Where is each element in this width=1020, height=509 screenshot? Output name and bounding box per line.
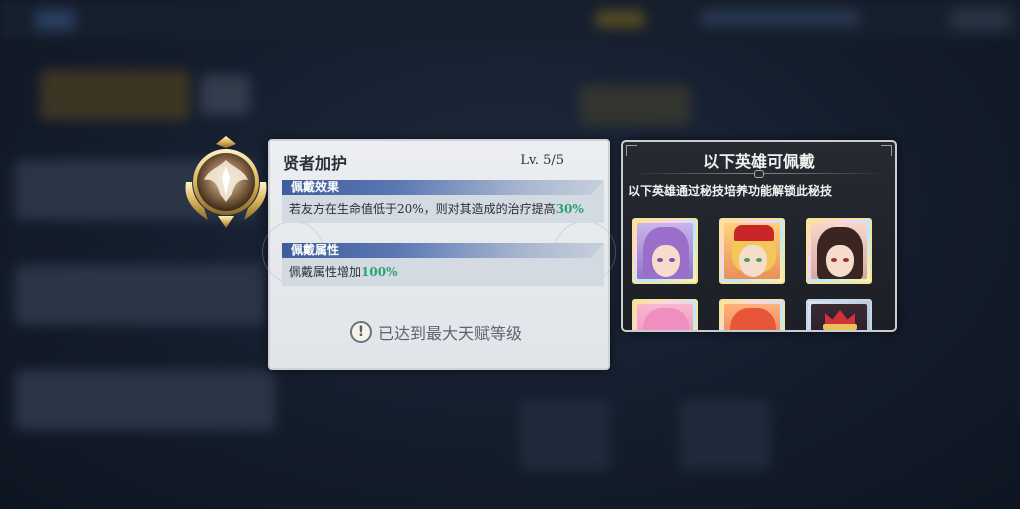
skill-emblem-icon	[178, 134, 274, 230]
hero-portrait[interactable]	[719, 299, 785, 330]
effect-section-header: 佩戴效果	[282, 180, 604, 195]
attribute-description: 佩戴属性增加100%	[289, 265, 398, 279]
eligible-heroes-panel: 以下英雄可佩戴 以下英雄通过秘技培养功能解锁此秘技	[621, 140, 897, 332]
heroes-panel-subtitle: 以下英雄通过秘技培养功能解锁此秘技	[628, 184, 833, 198]
hero-portrait[interactable]	[806, 299, 872, 330]
skill-name: 贤者加护	[283, 154, 348, 173]
max-level-text: 已达到最大天赋等级	[378, 324, 523, 343]
effect-section: 佩戴效果 若友方在生命值低于20%，则对其造成的治疗提高30%	[282, 180, 604, 223]
max-level-notice: ! 已达到最大天赋等级	[350, 319, 522, 345]
heroes-panel-title: 以下英雄可佩戴	[702, 152, 815, 171]
exclamation-icon: !	[350, 321, 372, 343]
skill-detail-card: 贤者加护 Lv. 5/5 佩戴效果 若友方在生命值低于20%，则对其造成的治疗提…	[262, 139, 616, 370]
skill-level: Lv. 5/5	[520, 153, 564, 168]
hero-portrait[interactable]	[719, 218, 785, 284]
hero-portrait[interactable]	[632, 218, 698, 284]
attribute-section: 佩戴属性 佩戴属性增加100%	[282, 243, 604, 286]
attribute-section-header: 佩戴属性	[282, 243, 604, 258]
effect-description: 若友方在生命值低于20%，则对其造成的治疗提高30%	[289, 202, 584, 216]
hero-portrait[interactable]	[632, 299, 698, 330]
effect-value: 30%	[555, 202, 584, 216]
title-divider-ornament	[754, 170, 764, 178]
attribute-value: 100%	[361, 265, 398, 279]
hero-portrait[interactable]	[806, 218, 872, 284]
